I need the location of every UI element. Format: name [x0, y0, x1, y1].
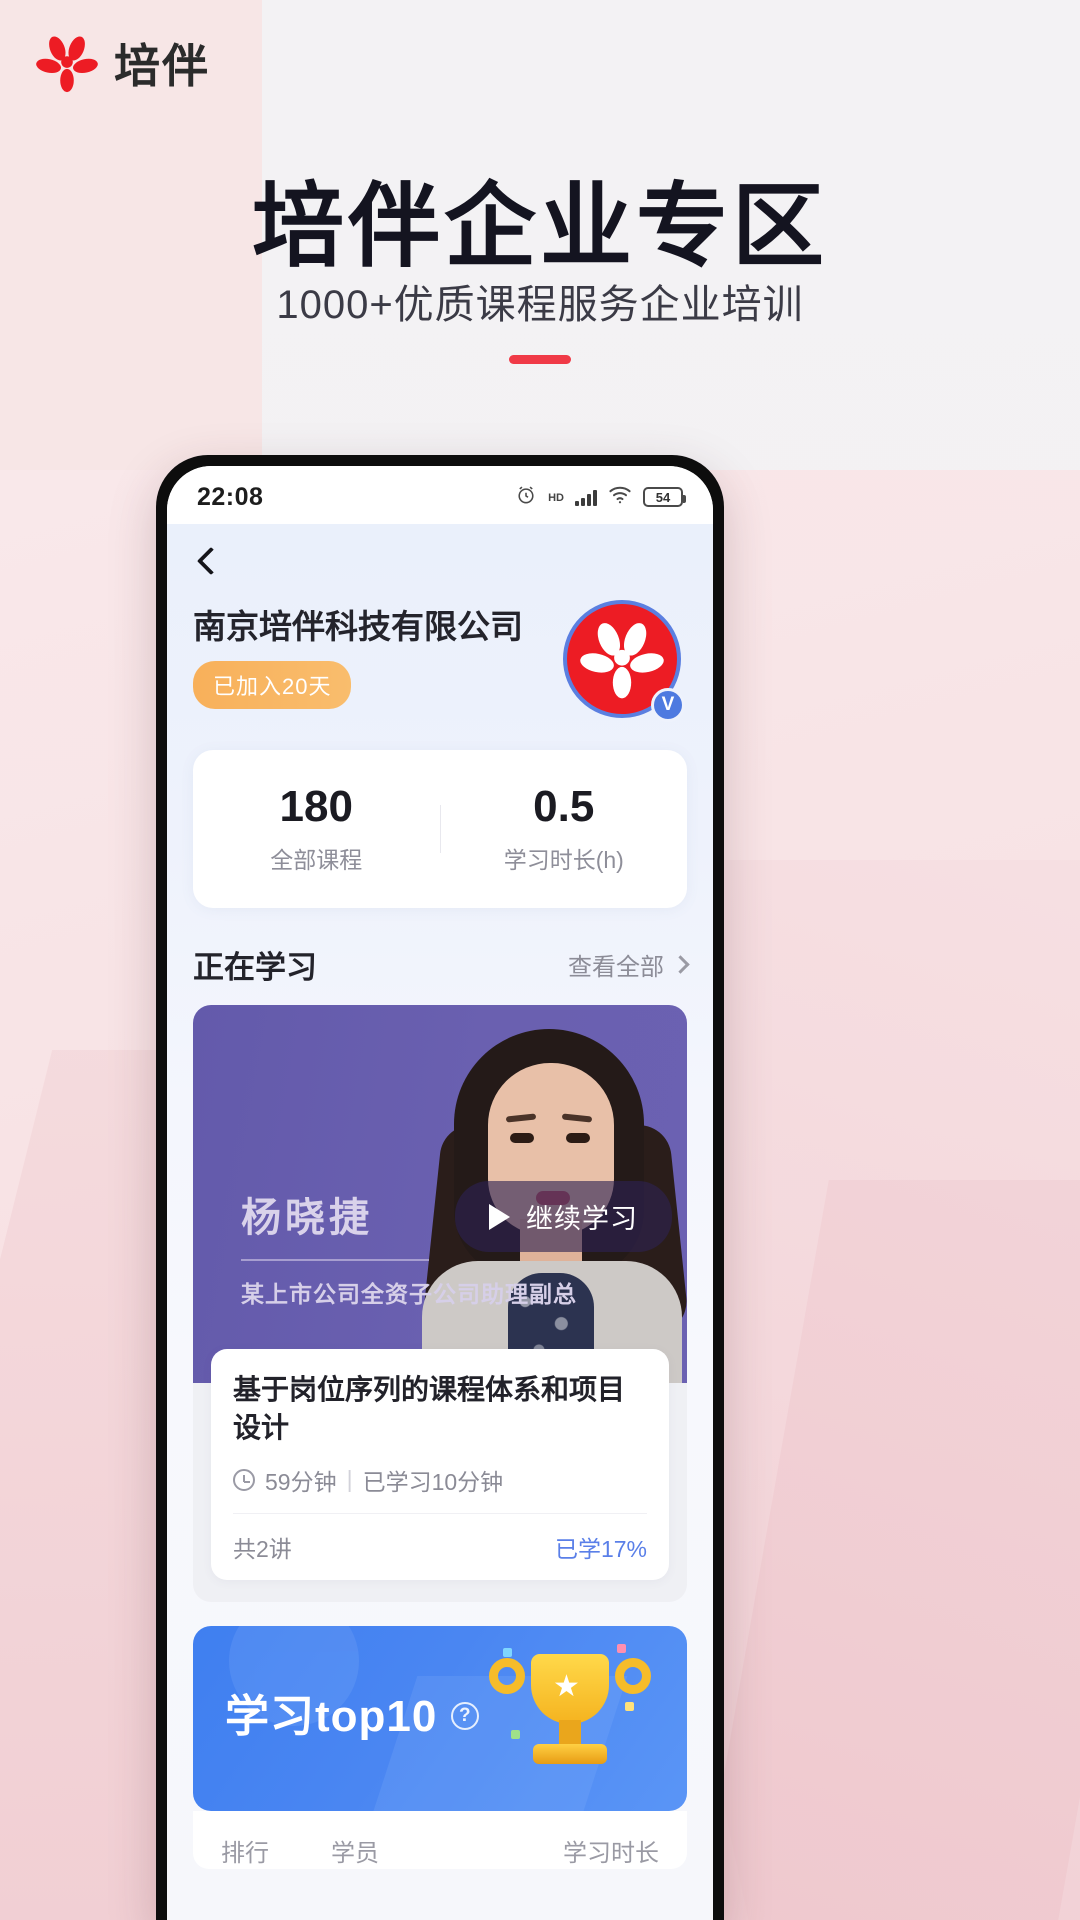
avatar[interactable]: V	[563, 600, 687, 724]
trophy-icon: ★	[489, 1643, 651, 1784]
rank-col-student: 学员	[331, 1840, 379, 1868]
chevron-right-icon	[671, 955, 690, 974]
stat-label: 学习时长(h)	[503, 847, 624, 874]
verified-badge: V	[651, 688, 685, 722]
top10-title-wrap: 学习top10 ?	[225, 1680, 480, 1744]
stat-value: 0.5	[533, 781, 595, 831]
course-banner: 杨晓捷 某上市公司全资子公司助理副总 继续学习	[193, 1005, 687, 1383]
continue-learning-button[interactable]: 继续学习	[455, 1181, 672, 1252]
alarm-clock-icon	[515, 484, 537, 511]
company-info: 南京培伴科技有限公司 已加入20天	[193, 606, 523, 710]
meta-separator: |	[346, 1466, 353, 1493]
instructor-role: 某上市公司全资子公司助理副总	[241, 1281, 577, 1307]
cellular-signal-icon	[575, 489, 597, 506]
instructor-divider	[241, 1259, 429, 1261]
progress-percent: 已学17%	[554, 1535, 647, 1562]
phone-screen: 22:08 HD 54 南京培伴科技有限公司 已加入20天 V 180 全部课程…	[167, 466, 713, 1920]
title-underline-rule	[509, 355, 571, 364]
stat-all-courses: 180 全部课程	[193, 781, 440, 875]
see-all-button[interactable]: 查看全部	[568, 947, 690, 982]
status-bar: 22:08 HD 54	[167, 466, 713, 524]
peiban-star-logo	[36, 32, 98, 94]
course-card[interactable]: 杨晓捷 某上市公司全资子公司助理副总 继续学习 基于岗位序列的课程体系和项目设计…	[193, 1005, 687, 1602]
course-info: 基于岗位序列的课程体系和项目设计 59分钟 | 已学习10分钟 共2讲 已学17…	[211, 1349, 669, 1580]
lesson-count: 共2讲	[233, 1535, 292, 1562]
back-chevron-icon[interactable]	[193, 548, 219, 574]
course-title: 基于岗位序列的课程体系和项目设计	[233, 1374, 626, 1443]
course-footer: 共2讲 已学17%	[233, 1512, 647, 1564]
phone-mockup: 22:08 HD 54 南京培伴科技有限公司 已加入20天 V 180 全部课程…	[156, 455, 724, 1920]
question-mark-icon[interactable]: ?	[451, 1701, 480, 1730]
rank-col-duration: 学习时长	[563, 1840, 659, 1868]
hd-label: HD	[548, 491, 564, 504]
course-studied: 已学习10分钟	[362, 1468, 504, 1495]
continue-label: 继续学习	[526, 1204, 638, 1234]
app-content: 南京培伴科技有限公司 已加入20天 V 180 全部课程 0.5 学习时长(h)…	[167, 524, 713, 1920]
battery-level: 54	[655, 489, 671, 505]
learning-section-header: 正在学习 查看全部	[167, 908, 713, 1005]
brand-header: 培伴	[36, 30, 210, 96]
course-meta: 59分钟 | 已学习10分钟	[233, 1463, 647, 1497]
wifi-icon	[608, 485, 632, 509]
stat-value: 180	[279, 781, 353, 831]
top10-title: 学习top10	[225, 1691, 438, 1741]
join-days-badge: 已加入20天	[193, 661, 352, 710]
battery-icon: 54	[643, 487, 686, 507]
app-navbar	[167, 524, 713, 598]
clock-icon	[233, 1468, 255, 1491]
status-icons: HD 54	[515, 484, 686, 511]
page-subtitle: 1000+优质课程服务企业培训	[276, 283, 804, 327]
company-header: 南京培伴科技有限公司 已加入20天 V	[167, 598, 713, 724]
stats-card: 180 全部课程 0.5 学习时长(h)	[193, 750, 687, 908]
course-duration: 59分钟	[265, 1468, 337, 1495]
see-all-label: 查看全部	[568, 954, 664, 981]
company-name: 南京培伴科技有限公司	[193, 608, 523, 645]
top10-banner[interactable]: 学习top10 ? ★	[193, 1625, 687, 1811]
stat-label: 全部课程	[270, 847, 363, 874]
rank-col-rank: 排行	[221, 1840, 269, 1868]
brand-name: 培伴	[114, 40, 210, 92]
rank-table-header: 排行 学员 学习时长	[193, 1810, 687, 1869]
play-triangle-icon	[489, 1203, 510, 1230]
status-time: 22:08	[197, 482, 264, 511]
stat-study-hours: 0.5 学习时长(h)	[441, 781, 688, 875]
section-title: 正在学习	[193, 950, 317, 985]
page-title: 培伴企业专区	[251, 176, 828, 278]
